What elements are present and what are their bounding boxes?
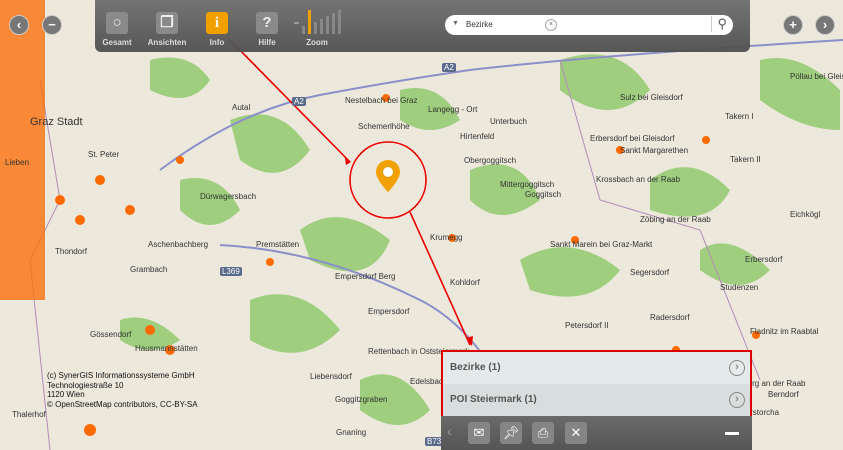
pin-button[interactable]: 📌︎ bbox=[500, 422, 522, 444]
place-label: Sankt Marein bei Graz-Markt bbox=[550, 240, 653, 249]
result-item-poi-steiermark[interactable]: POI Steiermark (1) › bbox=[443, 384, 750, 416]
results-panel: Bezirke (1) › POI Steiermark (1) › bbox=[441, 350, 752, 418]
place-label: Nestelbach bei Graz bbox=[345, 96, 418, 105]
zoom-out-button[interactable]: − bbox=[42, 15, 62, 35]
place-label: Grambach bbox=[130, 265, 168, 274]
place-label: Goggitsch bbox=[525, 190, 562, 199]
place-label: Autal bbox=[232, 103, 251, 112]
place-label: Lieben bbox=[5, 158, 30, 167]
zoom-in-button[interactable]: + bbox=[783, 15, 803, 35]
chevron-right-icon[interactable]: › bbox=[729, 392, 745, 408]
pan-left-button[interactable]: ‹ bbox=[9, 15, 29, 35]
place-label: Thalerhof bbox=[12, 410, 46, 419]
mail-icon: ✉ bbox=[473, 425, 485, 440]
place-label: Erbersdorf bbox=[745, 255, 783, 264]
place-label: Radersdorf bbox=[650, 313, 690, 322]
toolbar-hilfe-button[interactable]: ? Hilfe bbox=[242, 12, 292, 47]
help-icon: ? bbox=[256, 12, 278, 34]
place-label: Mittergoggitsch bbox=[500, 180, 555, 189]
place-label: Aschenbachberg bbox=[148, 240, 209, 249]
road-label: A2 bbox=[442, 63, 456, 72]
place-label: Goggitzgraben bbox=[335, 395, 388, 404]
place-label: Krumegg bbox=[430, 233, 463, 242]
print-icon: ⎙ bbox=[537, 425, 549, 440]
zoom-slider-icon[interactable] bbox=[292, 10, 342, 34]
info-icon: i bbox=[206, 12, 228, 34]
place-label: Sankt Margarethen bbox=[620, 146, 689, 155]
place-label: Graz Stadt bbox=[30, 116, 83, 128]
place-label: Zöbing an der Raab bbox=[640, 215, 711, 224]
toolbar-info-button[interactable]: i Info bbox=[192, 12, 242, 47]
place-label: Petersdorf II bbox=[565, 321, 609, 330]
place-label: Dürwagersbach bbox=[200, 192, 257, 201]
toolbar-zoom-slider[interactable]: Zoom bbox=[292, 10, 342, 47]
place-label: Segersdorf bbox=[630, 268, 670, 277]
toolbar-ansichten-button[interactable]: ❐ Ansichten bbox=[142, 12, 192, 47]
place-label: Premstätten bbox=[256, 240, 300, 249]
place-label: Berndorf bbox=[768, 390, 799, 399]
place-label: Unterbuch bbox=[490, 117, 527, 126]
place-label: Takern I bbox=[725, 112, 754, 121]
place-label: Eichkögl bbox=[790, 210, 821, 219]
place-label: Hirtenfeld bbox=[460, 132, 495, 141]
close-icon: ✕ bbox=[570, 425, 582, 440]
road-label: A2 bbox=[292, 97, 306, 106]
results-toolbar: ‹ ✉ 📌︎ ⎙ ✕ bbox=[441, 416, 752, 450]
place-label: Gnaning bbox=[336, 428, 367, 437]
close-button[interactable]: ✕ bbox=[565, 422, 587, 444]
place-label: Empersdorf bbox=[368, 307, 410, 316]
place-label: Kohldorf bbox=[450, 278, 480, 287]
place-label: Fladnitz im Raabtal bbox=[750, 327, 819, 336]
search-layer-value[interactable]: Bezirke bbox=[466, 20, 493, 29]
search-icon[interactable]: ⚲ bbox=[711, 16, 727, 32]
circle-icon: ○ bbox=[106, 12, 128, 34]
layers-icon: ❐ bbox=[156, 12, 178, 34]
place-label: Takern II bbox=[730, 155, 761, 164]
back-icon[interactable]: ‹ bbox=[447, 423, 452, 439]
dropdown-arrow-icon[interactable]: ▼ bbox=[452, 20, 459, 27]
minimize-button[interactable] bbox=[725, 432, 739, 435]
place-label: Langegg - Ort bbox=[428, 105, 478, 114]
pin-icon: 📌︎ bbox=[502, 425, 520, 440]
place-label: Empersdorf Berg bbox=[335, 272, 396, 281]
result-item-bezirke[interactable]: Bezirke (1) › bbox=[443, 352, 750, 384]
place-label: Liebensdorf bbox=[310, 372, 352, 381]
toolbar-gesamt-button[interactable]: ○ Gesamt bbox=[92, 12, 142, 47]
email-button[interactable]: ✉ bbox=[468, 422, 490, 444]
place-label: Hausmannstätten bbox=[135, 344, 198, 353]
chevron-right-icon[interactable]: › bbox=[729, 360, 745, 376]
print-button[interactable]: ⎙ bbox=[532, 422, 554, 444]
copyright-notice: (c) SynerGIS Informationssysteme GmbH Tec… bbox=[47, 371, 198, 409]
place-label: Obergoggitsch bbox=[464, 156, 517, 165]
clear-icon[interactable]: × bbox=[545, 19, 557, 31]
place-label: Thondorf bbox=[55, 247, 88, 256]
place-label: St. Peter bbox=[88, 150, 120, 159]
place-label: Erbersdorf bei Gleisdorf bbox=[590, 134, 675, 143]
place-label: Gössendorf bbox=[90, 330, 132, 339]
place-label: Krossbach an der Raab bbox=[596, 175, 681, 184]
place-label: Schemerlhöhe bbox=[358, 122, 410, 131]
place-label: Sulz bei Gleisdorf bbox=[620, 93, 683, 102]
place-label: Studenzen bbox=[720, 283, 759, 292]
pan-right-button[interactable]: › bbox=[815, 15, 835, 35]
layer-search-box[interactable]: ▼ Bezirke × ⚲ bbox=[445, 15, 733, 35]
road-label: L369 bbox=[220, 267, 242, 276]
location-marker-icon bbox=[376, 160, 400, 192]
place-label: Pöllau bei Gleisdorf bbox=[790, 72, 843, 81]
